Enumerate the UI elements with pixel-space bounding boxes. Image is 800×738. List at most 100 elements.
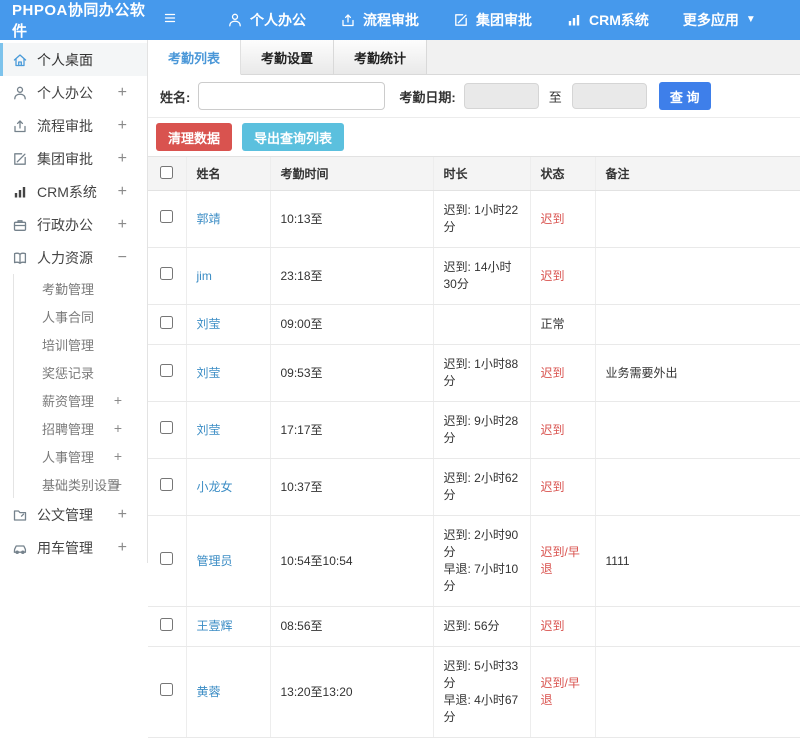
sidebar-subitem-recruitment-management[interactable]: 招聘管理 + — [13, 414, 147, 442]
expand-plus-icon[interactable]: + — [118, 216, 127, 233]
employee-name-link[interactable]: 郭靖 — [197, 212, 221, 226]
sidebar-item-label: 用车管理 — [37, 539, 93, 556]
employee-name-cell: 郭靖 — [185, 190, 270, 248]
employee-name-link[interactable]: 管理员 — [197, 554, 233, 568]
home-icon — [12, 52, 28, 68]
duration-cell: 迟到: 56分 — [432, 606, 530, 647]
expand-plus-icon[interactable]: + — [118, 150, 127, 167]
expand-plus-icon[interactable]: + — [114, 449, 122, 463]
attendance-table: 姓名 考勤时间 时长 状态 备注 郭靖 10:13至 迟到: 1小时22分 迟到 jim 23:1… — [148, 156, 800, 738]
status-cell: 迟到 — [529, 190, 595, 248]
attendance-time-cell: 09:53至 — [269, 344, 433, 402]
row-checkbox[interactable] — [160, 683, 174, 696]
expand-plus-icon[interactable]: + — [118, 506, 127, 523]
expand-plus-icon[interactable]: + — [114, 421, 122, 435]
sidebar-item-label: 流程审批 — [37, 117, 93, 134]
top-nav-group-approval[interactable]: 集团审批 — [436, 0, 549, 40]
sidebar-item-admin-office[interactable]: 行政办公 + — [0, 208, 147, 241]
expand-plus-icon[interactable]: + — [118, 183, 127, 200]
sidebar-item-vehicle-management[interactable]: 用车管理 + — [0, 531, 147, 564]
sidebar-item-label: 个人桌面 — [37, 51, 93, 68]
top-nav-workflow-approval[interactable]: 流程审批 — [323, 0, 436, 40]
employee-name-cell: 黄蓉 — [185, 646, 270, 738]
table-row: 小龙女 10:37至 迟到: 2小时62分 迟到 — [148, 458, 800, 516]
attendance-time-cell: 17:17至 — [269, 401, 433, 459]
remark-cell: 业务需要外出 — [594, 344, 800, 402]
expand-plus-icon[interactable]: + — [114, 393, 122, 407]
row-checkbox[interactable] — [160, 478, 174, 491]
query-button[interactable]: 查 询 — [658, 82, 711, 110]
date-to-input[interactable] — [571, 83, 647, 109]
sidebar-subitem-label: 奖惩记录 — [42, 365, 95, 381]
duration-line: 迟到: 1小时88分 — [443, 357, 519, 388]
tab-attendance-list[interactable]: 考勤列表 — [148, 40, 242, 75]
expand-plus-icon[interactable]: − — [118, 249, 127, 266]
sidebar-item-group-approval[interactable]: 集团审批 + — [0, 142, 147, 175]
sidebar-item-label: 行政办公 — [37, 216, 93, 233]
expand-plus-icon[interactable]: + — [118, 539, 127, 556]
tab-attendance-settings[interactable]: 考勤设置 — [241, 40, 335, 74]
duration-line: 迟到: 5小时33分 — [443, 659, 519, 690]
duration-line: 迟到: 9小时28分 — [443, 414, 519, 445]
status-cell: 迟到 — [529, 458, 595, 516]
row-checkbox[interactable] — [160, 267, 174, 280]
row-checkbox[interactable] — [160, 364, 174, 377]
attendance-time-cell: 10:54至10:54 — [269, 515, 433, 607]
sidebar-item-document-management[interactable]: 公文管理 + — [0, 498, 147, 531]
export-list-button[interactable]: 导出查询列表 — [242, 123, 345, 151]
nav-item-label: CRM系统 — [589, 12, 649, 28]
employee-name-link[interactable]: 王壹辉 — [197, 619, 233, 633]
sidebar-item-personal-office[interactable]: 个人办公 + — [0, 76, 147, 109]
column-header: 姓名 — [185, 156, 270, 191]
employee-name-link[interactable]: 刘莹 — [197, 423, 221, 437]
select-all-checkbox[interactable] — [160, 165, 174, 179]
tab-attendance-statistics[interactable]: 考勤统计 — [334, 40, 428, 74]
top-nav-crm-system[interactable]: CRM系统 — [549, 0, 666, 40]
book-icon — [12, 250, 28, 266]
duration-line: 迟到: 1小时22分 — [443, 203, 519, 234]
employee-name-link[interactable]: 小龙女 — [197, 480, 233, 494]
attendance-time-cell: 09:00至 — [269, 304, 433, 345]
row-checkbox[interactable] — [160, 617, 174, 631]
sidebar-item-personal-desktop[interactable]: 个人桌面 — [0, 43, 147, 76]
row-checkbox[interactable] — [160, 421, 174, 434]
sidebar-item-human-resources[interactable]: 人力资源 − — [0, 241, 147, 274]
sidebar-subitem-basic-category-settings[interactable]: 基础类别设置 + — [13, 470, 147, 498]
hamburger-icon — [162, 10, 178, 31]
expand-plus-icon[interactable]: + — [114, 477, 122, 491]
duration-line: 迟到: 56分 — [443, 619, 500, 633]
sidebar-subitem-personnel-contract[interactable]: 人事合同 — [13, 302, 147, 330]
sidebar-subitem-reward-punishment-records[interactable]: 奖惩记录 — [13, 358, 147, 386]
remark-cell — [594, 401, 800, 459]
column-header: 备注 — [594, 156, 800, 191]
top-nav-personal-office[interactable]: 个人办公 — [210, 0, 323, 40]
sidebar-subitem-attendance-management[interactable]: 考勤管理 — [13, 274, 147, 302]
clear-data-button[interactable]: 清理数据 — [156, 123, 233, 151]
name-input[interactable] — [198, 82, 386, 110]
app-logo: PHPOA协同办公软件 — [12, 2, 146, 40]
table-row: 刘莹 09:00至 正常 — [148, 304, 800, 345]
sidebar-item-crm-system[interactable]: CRM系统 + — [0, 175, 147, 208]
sidebar-subitem-salary-management[interactable]: 薪资管理 + — [13, 386, 147, 414]
row-checkbox[interactable] — [160, 552, 174, 565]
expand-plus-icon[interactable]: + — [118, 117, 127, 134]
row-checkbox-cell — [148, 606, 186, 647]
employee-name-link[interactable]: jim — [197, 269, 212, 283]
date-from-input[interactable] — [463, 83, 539, 109]
sidebar: 个人桌面 个人办公 + 流程审批 + 集团审批 + CRM系统 + 行政办公 + 人力资源 − 考勤管理人… — [0, 40, 148, 563]
column-header: 考勤时间 — [269, 156, 433, 191]
top-nav-more-apps[interactable]: 更多应用 ▼ — [666, 0, 773, 40]
row-checkbox[interactable] — [160, 315, 174, 329]
table-row: 郭靖 10:13至 迟到: 1小时22分 迟到 — [148, 190, 800, 248]
employee-name-link[interactable]: 黄蓉 — [197, 685, 221, 699]
sidebar-item-workflow-approval[interactable]: 流程审批 + — [0, 109, 147, 142]
menu-toggle-button[interactable] — [148, 10, 192, 31]
row-checkbox[interactable] — [160, 210, 174, 223]
header-checkbox-cell — [148, 156, 186, 191]
sidebar-subitem-training-management[interactable]: 培训管理 — [13, 330, 147, 358]
sidebar-subitem-personnel-management[interactable]: 人事管理 + — [13, 442, 147, 470]
employee-name-link[interactable]: 刘莹 — [197, 366, 221, 380]
expand-plus-icon[interactable]: + — [118, 84, 127, 101]
attendance-time-cell: 13:20至13:20 — [269, 646, 433, 738]
employee-name-link[interactable]: 刘莹 — [197, 317, 221, 331]
